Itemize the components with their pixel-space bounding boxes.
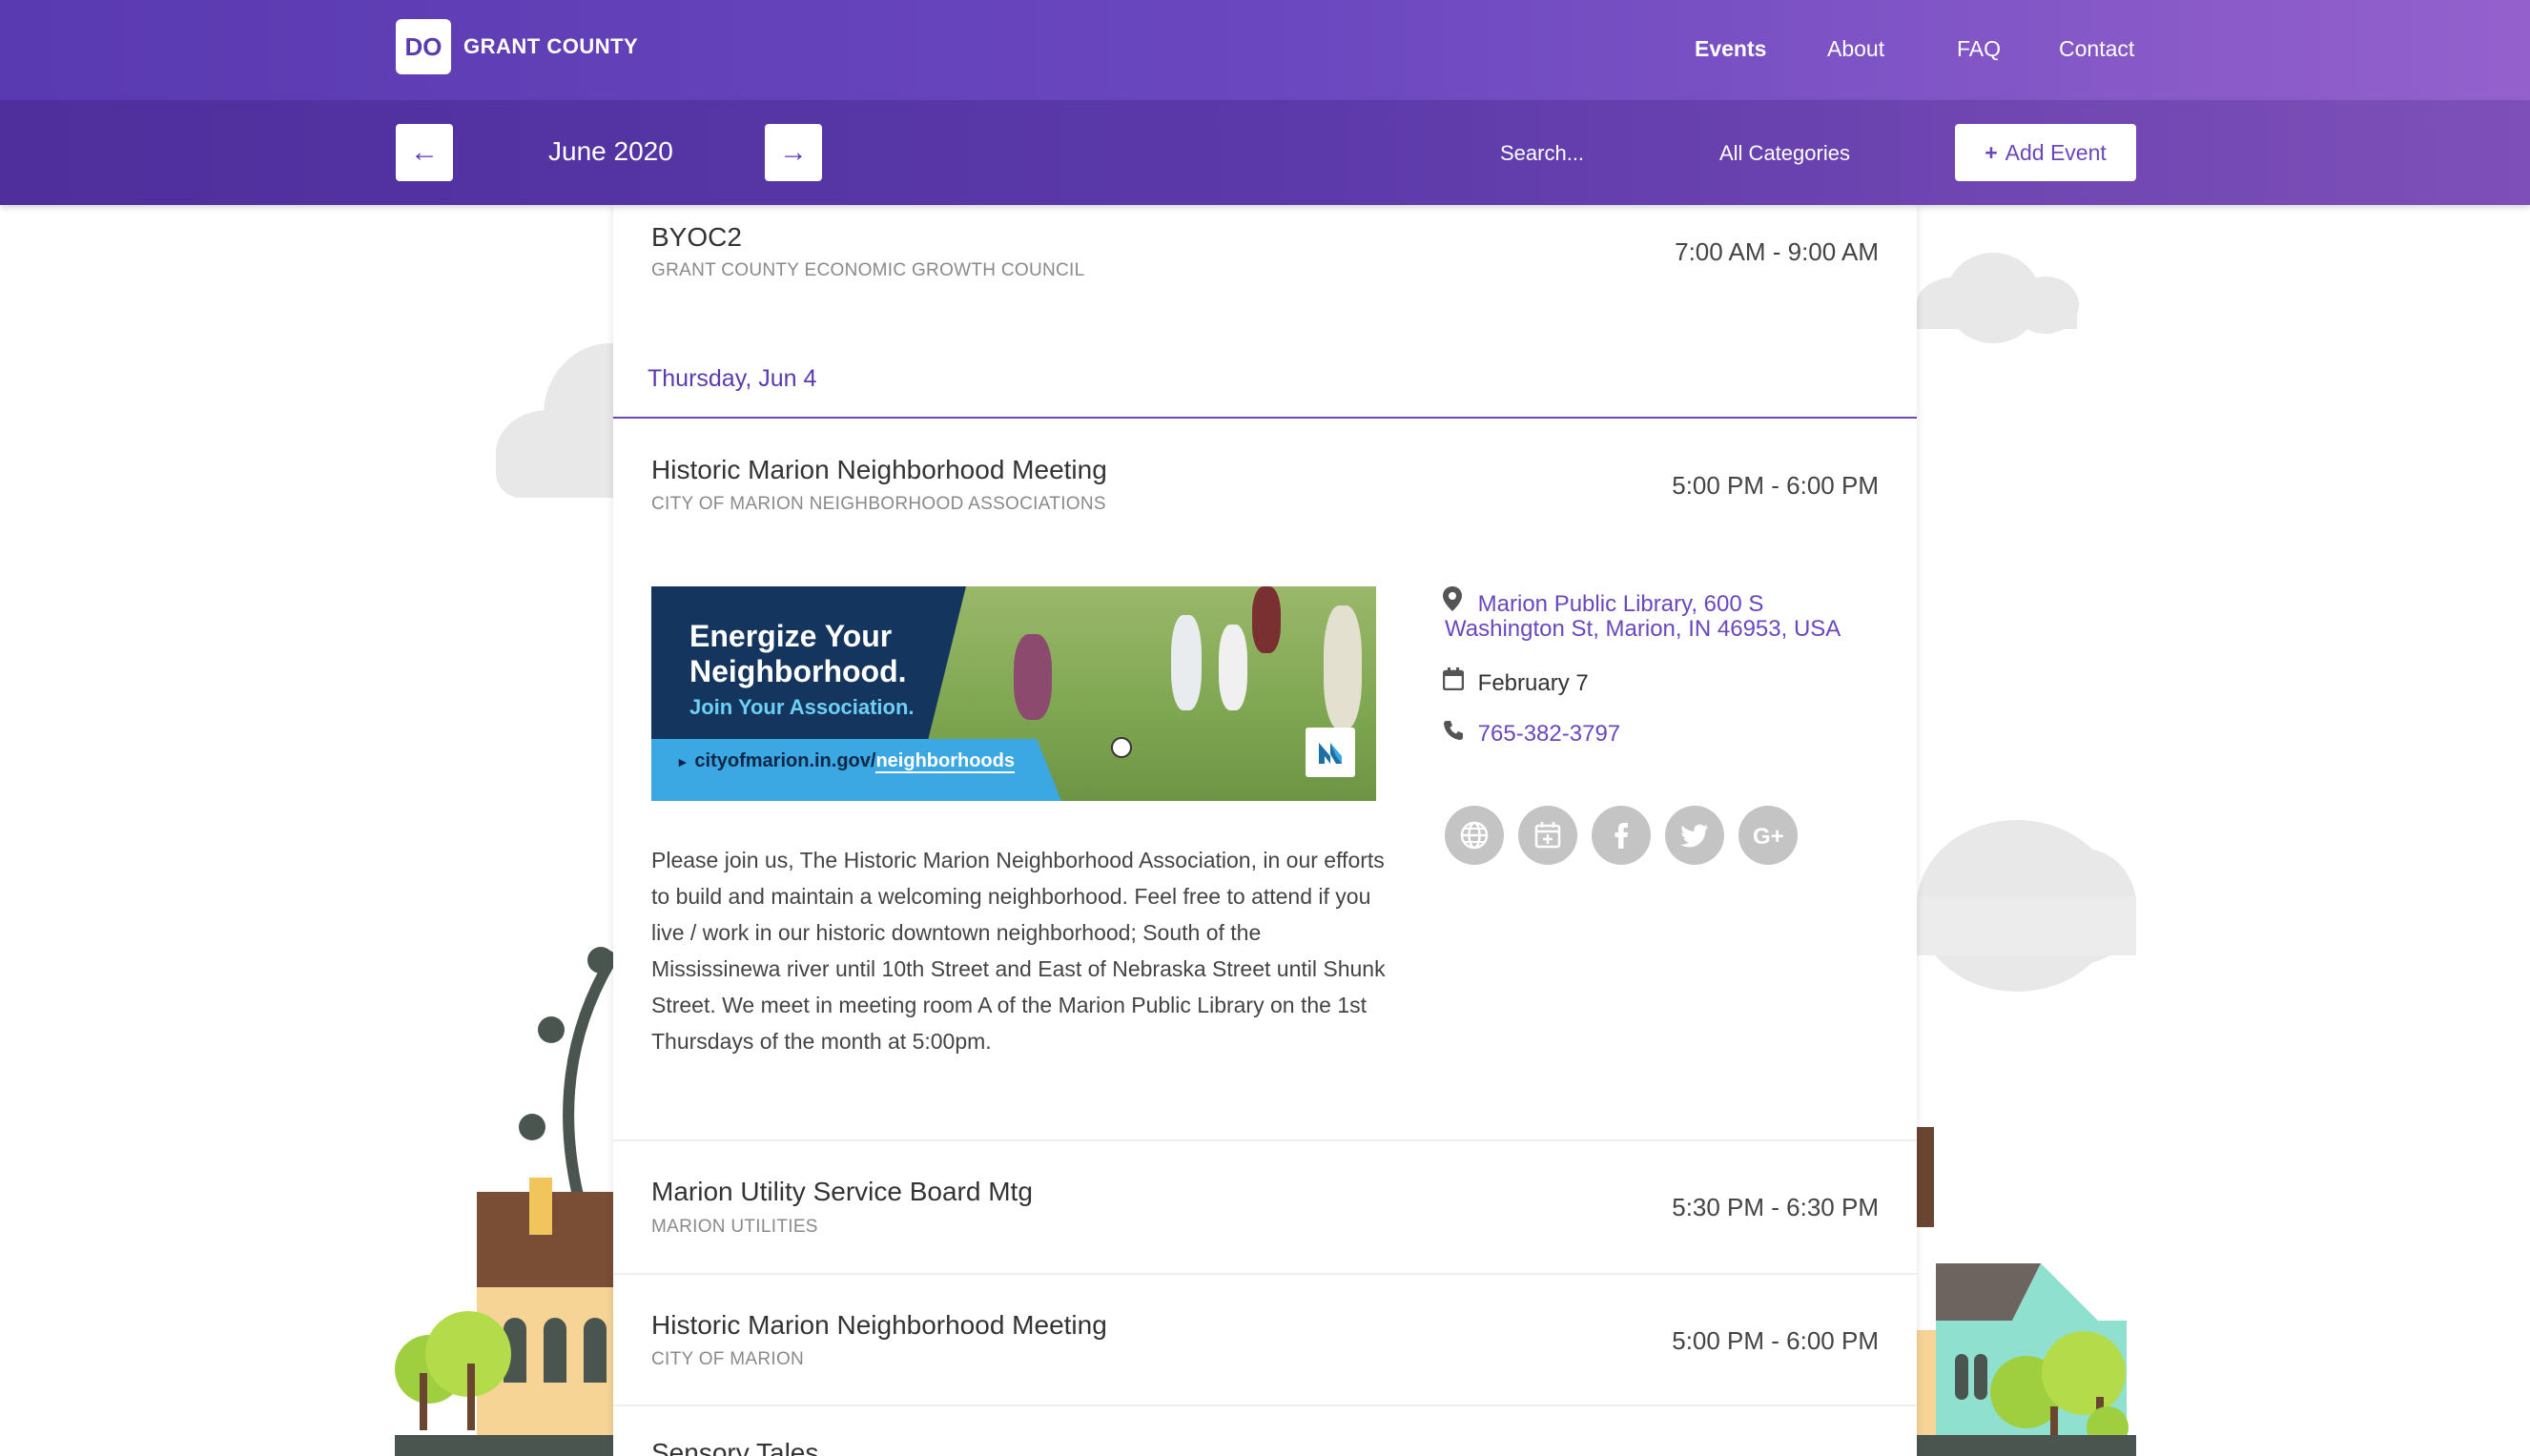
plus-icon: + (1985, 140, 1998, 165)
nav-events[interactable]: Events (1695, 36, 1766, 62)
kid-figure (1219, 625, 1247, 710)
kid-figure (1324, 605, 1362, 729)
day-divider (613, 417, 1917, 419)
phone-icon (1443, 720, 1471, 748)
ground (395, 1435, 619, 1456)
event-title[interactable]: Historic Marion Neighborhood Meeting (651, 1310, 1107, 1341)
nav-about[interactable]: About (1827, 36, 1884, 62)
kid-figure (1014, 634, 1052, 720)
building-chimney (529, 1178, 552, 1235)
phone-link[interactable]: 765-382-3797 (1478, 721, 1620, 747)
cloud-shape (1917, 300, 2077, 329)
nav-contact[interactable]: Contact (2059, 36, 2134, 62)
event-organizer: MARION UTILITIES (651, 1217, 818, 1237)
event-title[interactable]: BYOC2 (651, 222, 742, 253)
add-event-button[interactable]: + Add Event (1955, 124, 2136, 181)
event-organizer: CITY OF MARION NEIGHBORHOOD ASSOCIATIONS (651, 494, 1106, 514)
window (584, 1318, 607, 1383)
event-date: February 7 (1442, 667, 1589, 697)
row-divider (613, 1273, 1917, 1275)
event-time: 5:00 PM - 6:00 PM (1672, 1326, 1879, 1355)
add-event-label: Add Event (2005, 140, 2107, 165)
event-image: Energize Your Neighborhood. Join Your As… (651, 586, 1376, 801)
next-month-button[interactable]: → (765, 124, 822, 181)
brand-name[interactable]: GRANT COUNTY (463, 34, 638, 59)
event-time: 5:30 PM - 6:30 PM (1672, 1193, 1879, 1221)
map-pin-icon (1443, 586, 1471, 618)
banner-url: ► cityofmarion.in.gov/neighborhoods (676, 750, 1015, 773)
location-link[interactable]: Marion Public Library, 600 S (1478, 591, 1764, 617)
event-location[interactable]: Marion Public Library, 600 S (1443, 586, 1763, 618)
event-time: 5:00 PM - 6:00 PM (1672, 471, 1879, 500)
kid-figure (1171, 615, 1202, 710)
top-nav-bar: DO GRANT COUNTY Events About FAQ Contact (0, 0, 2530, 100)
soccer-ball-icon (1111, 737, 1132, 758)
banner-subheadline: Join Your Association. (689, 695, 915, 719)
window (544, 1318, 566, 1383)
kid-figure (1252, 586, 1281, 653)
event-title[interactable]: Sensory Tales (651, 1438, 818, 1456)
row-divider (613, 1405, 1917, 1406)
facebook-icon[interactable] (1592, 806, 1651, 865)
event-organizer: CITY OF MARION (651, 1349, 805, 1369)
city-logo-icon (1306, 728, 1355, 777)
google-plus-icon[interactable]: G+ (1738, 806, 1798, 865)
pole (1917, 1127, 1934, 1227)
location-link-line2[interactable]: Washington St, Marion, IN 46953, USA (1445, 616, 1841, 643)
tree-trunk (467, 1364, 475, 1430)
event-title[interactable]: Marion Utility Service Board Mtg (651, 1177, 1033, 1207)
tree-trunk (420, 1373, 427, 1430)
event-organizer: GRANT COUNTY ECONOMIC GROWTH COUNCIL (651, 260, 1085, 280)
calendar-icon (1442, 667, 1471, 697)
search-input[interactable]: Search... (1500, 141, 1584, 166)
day-heading: Thursday, Jun 4 (648, 365, 817, 392)
nav-faq[interactable]: FAQ (1957, 36, 2001, 62)
twitter-icon[interactable] (1665, 806, 1724, 865)
banner-headline: Energize Your Neighborhood. (689, 619, 907, 688)
event-title[interactable]: Historic Marion Neighborhood Meeting (651, 455, 1107, 485)
event-description: Please join us, The Historic Marion Neig… (651, 848, 1386, 1054)
calendar-toolbar: ← June 2020 → Search... All Categories +… (0, 100, 2530, 205)
calendar-add-icon[interactable] (1518, 806, 1577, 865)
arrow-left-icon: ← (410, 136, 439, 168)
cloud-shape (1917, 896, 2136, 955)
category-select[interactable]: All Categories (1719, 141, 1850, 166)
event-phone[interactable]: 765-382-3797 (1443, 720, 1620, 748)
current-month: June 2020 (548, 136, 673, 166)
svg-text:G+: G+ (1753, 824, 1784, 850)
house-icon (1917, 1263, 2129, 1445)
event-time: 7:00 AM - 9:00 AM (1675, 237, 1879, 266)
site-logo[interactable]: DO (396, 19, 451, 74)
event-list: BYOC2 GRANT COUNTY ECONOMIC GROWTH COUNC… (613, 205, 1917, 1456)
row-divider (613, 1139, 1917, 1141)
arrow-right-icon: → (779, 136, 808, 168)
globe-icon[interactable] (1445, 806, 1504, 865)
ground (1917, 1435, 2136, 1456)
event-date-text: February 7 (1477, 670, 1589, 696)
prev-month-button[interactable]: ← (396, 124, 453, 181)
